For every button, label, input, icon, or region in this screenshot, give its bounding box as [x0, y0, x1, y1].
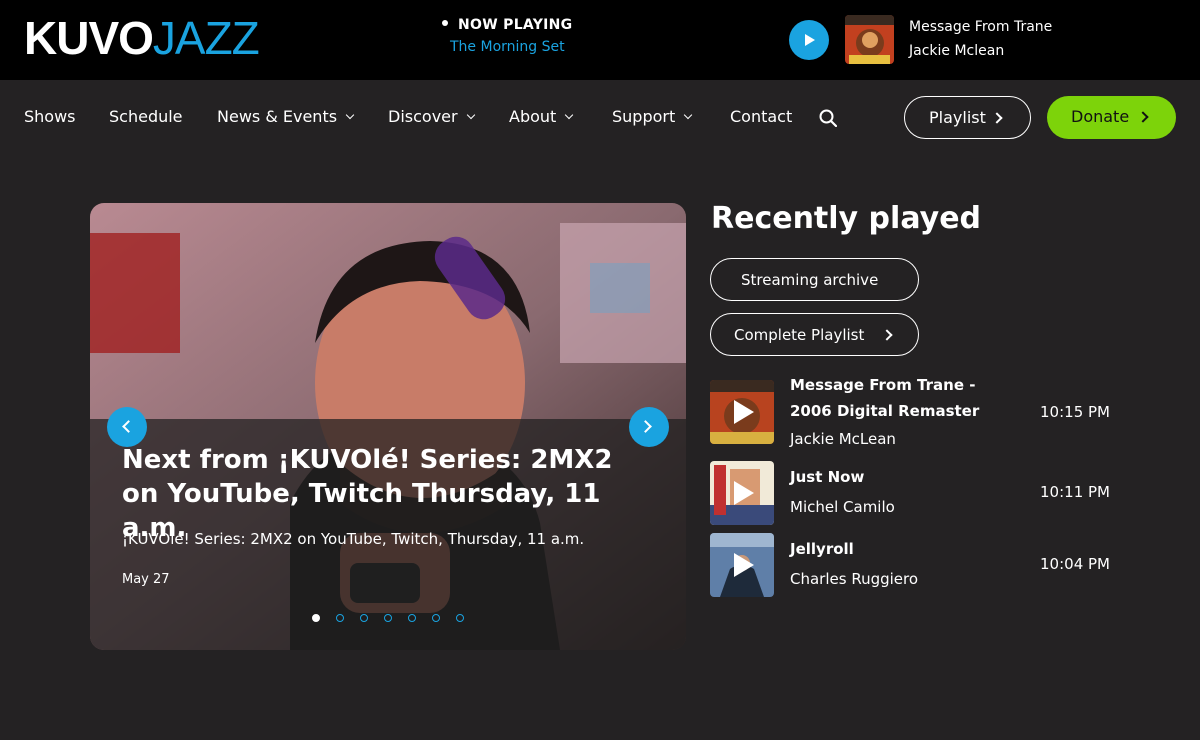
- track-play-button[interactable]: [710, 533, 774, 597]
- carousel-dot[interactable]: [408, 614, 416, 622]
- track-time: 10:11 PM: [1040, 483, 1110, 501]
- now-playing-label: NOW PLAYING: [442, 17, 572, 33]
- nav-about[interactable]: About: [509, 107, 574, 126]
- donate-button[interactable]: Donate: [1047, 96, 1176, 139]
- play-icon: [734, 553, 754, 577]
- chevron-down-icon: [345, 110, 355, 120]
- kuvo-jazz-logo[interactable]: KUVOJAZZ: [24, 14, 260, 62]
- nav-contact[interactable]: Contact: [730, 107, 792, 126]
- carousel-dots: [312, 607, 480, 622]
- play-icon: [734, 400, 754, 424]
- complete-playlist-button[interactable]: Complete Playlist: [710, 313, 919, 356]
- chevron-right-icon: [881, 329, 893, 341]
- current-track-title: Message From Trane: [909, 19, 1053, 35]
- chevron-down-icon: [565, 110, 574, 120]
- nav-discover[interactable]: Discover: [388, 107, 475, 126]
- play-icon: [805, 34, 815, 46]
- track-artist: Jackie McLean: [790, 430, 896, 448]
- track-play-button[interactable]: [710, 461, 774, 525]
- carousel-dot[interactable]: [456, 614, 464, 622]
- carousel-dot[interactable]: [336, 614, 344, 622]
- carousel-dot[interactable]: [384, 614, 392, 622]
- track-title: Just Now: [790, 468, 865, 486]
- chevron-right-icon: [991, 112, 1003, 124]
- hero-date: May 27: [122, 572, 170, 587]
- recently-played-heading: Recently played: [711, 201, 982, 236]
- current-album-art: [845, 15, 894, 64]
- track-title: Message From Trane - 2006 Digital Remast…: [790, 376, 980, 420]
- track-artist: Charles Ruggiero: [790, 570, 919, 588]
- nav-news-events[interactable]: News & Events: [217, 107, 355, 126]
- chevron-down-icon: [684, 110, 693, 120]
- streaming-archive-button[interactable]: Streaming archive: [710, 258, 919, 301]
- track-title: Jellyroll: [790, 540, 854, 558]
- track-artist: Michel Camilo: [790, 498, 895, 516]
- play-icon: [734, 481, 754, 505]
- carousel-dot[interactable]: [360, 614, 368, 622]
- now-playing-show-link[interactable]: The Morning Set: [450, 39, 565, 55]
- chevron-right-icon: [639, 420, 652, 433]
- chevron-right-icon: [1137, 111, 1149, 123]
- nav-shows[interactable]: Shows: [24, 107, 76, 126]
- track-time: 10:04 PM: [1040, 555, 1110, 573]
- search-icon[interactable]: [819, 109, 837, 127]
- track-play-button[interactable]: [710, 380, 774, 444]
- top-bar: KUVOJAZZ NOW PLAYING The Morning Set Mes…: [0, 0, 1200, 80]
- play-stream-button[interactable]: [789, 20, 829, 60]
- carousel-prev-button[interactable]: [107, 407, 147, 447]
- current-track-artist: Jackie Mclean: [909, 43, 1005, 59]
- featured-carousel[interactable]: Next from ¡KUVOlé! Series: 2MX2 on YouTu…: [90, 203, 686, 650]
- carousel-dot[interactable]: [312, 614, 320, 622]
- nav-support[interactable]: Support: [612, 107, 693, 126]
- live-dot-icon: [442, 20, 448, 26]
- carousel-next-button[interactable]: [629, 407, 669, 447]
- chevron-left-icon: [122, 420, 135, 433]
- hero-description: ¡KUVOlé! Series: 2MX2 on YouTube, Twitch…: [122, 530, 585, 548]
- carousel-dot[interactable]: [432, 614, 440, 622]
- nav-schedule[interactable]: Schedule: [109, 107, 183, 126]
- chevron-down-icon: [466, 110, 475, 120]
- track-time: 10:15 PM: [1040, 403, 1110, 421]
- playlist-button[interactable]: Playlist: [904, 96, 1031, 139]
